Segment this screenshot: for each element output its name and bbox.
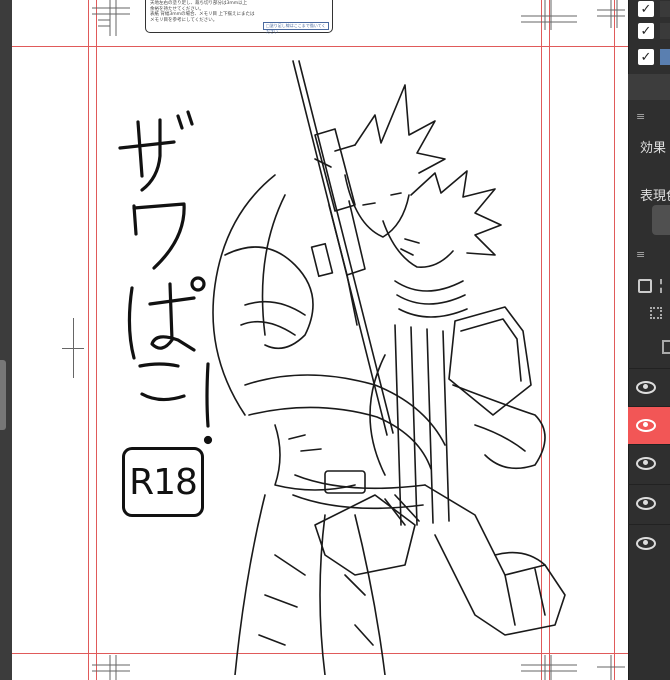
bleed-note-sub: □塗り足し線はここまで描いてください [263,22,329,34]
effect-label: 効果 [640,141,667,156]
panel-toolbar-1 [628,74,670,100]
layer-row-selected[interactable] [628,406,670,444]
canvas-area[interactable]: 天地左右の塗り足し、裁ち切り部分は3mm以上 余裕を持たせてください。 表紙 背… [0,0,628,680]
guide-line-far-right [614,0,615,680]
layer-row[interactable] [628,524,670,562]
option-checkbox-2[interactable]: ✓ [638,23,654,39]
panel-collapse-handle[interactable] [0,360,6,430]
layer-row[interactable] [628,368,670,406]
crop-mark-left-vertical [73,318,74,378]
option-checkbox-1[interactable]: ✓ [638,1,654,17]
layer-row[interactable] [628,444,670,482]
selection-lasso-icon[interactable] [660,279,670,293]
display-color-selector[interactable] [652,205,670,235]
layer-row[interactable] [628,484,670,522]
option-extra-1[interactable] [660,1,670,17]
option-checkbox-3[interactable]: ✓ [638,49,654,65]
eye-icon[interactable] [636,537,656,550]
layer-tool-icon[interactable] [662,340,670,354]
eye-icon[interactable] [636,497,656,510]
guide-line-top [12,46,628,47]
option-extra-2[interactable] [660,23,670,39]
layer-copy-icon[interactable] [650,307,662,319]
selection-rect-icon[interactable] [638,279,652,293]
crop-mark-top-right [521,0,625,30]
crop-mark-top-left [92,0,130,36]
crop-mark-bottom-left [92,655,130,680]
r18-badge: R18 [122,447,204,517]
line-art-illustration [212,60,566,675]
option-extra-3[interactable] [660,49,670,65]
eye-icon[interactable] [636,381,656,394]
guide-line-left-inner [96,0,97,680]
guide-line-left-outer [88,0,89,680]
eye-icon[interactable] [636,419,656,432]
panel-menu-icon[interactable]: ≡ [636,110,645,123]
display-color-label: 表現色 [640,189,670,204]
canvas-left-edge [0,0,12,680]
layer-menu-icon[interactable]: ≡ [636,248,645,261]
eye-icon[interactable] [636,457,656,470]
